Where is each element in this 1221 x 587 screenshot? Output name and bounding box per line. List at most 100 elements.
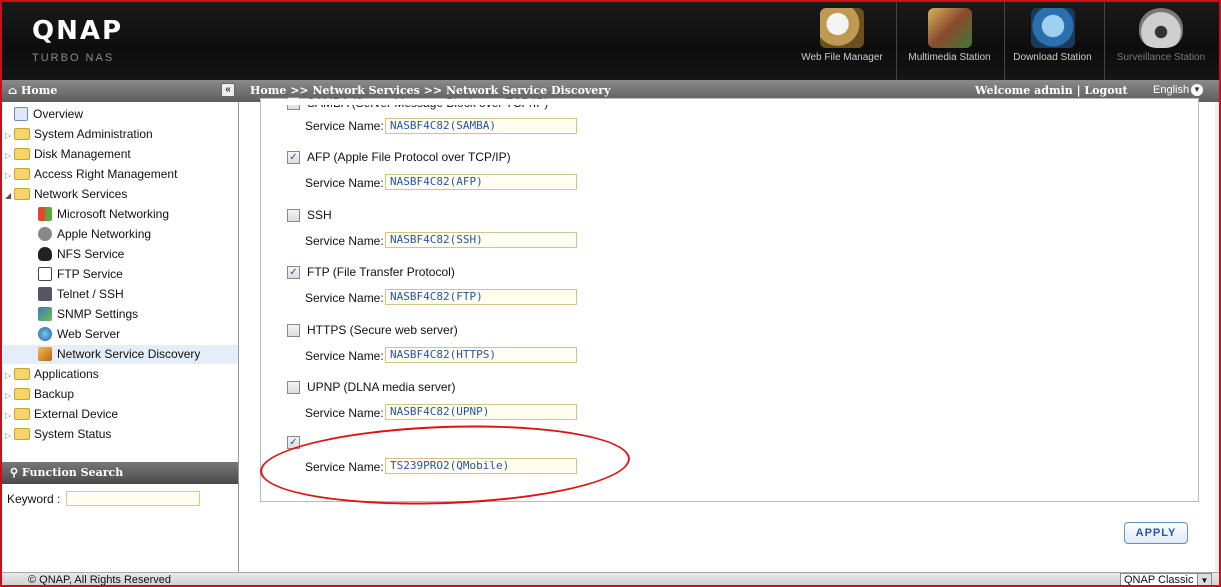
sidebar-item-label: System Administration (34, 127, 153, 141)
keyword-input[interactable] (66, 491, 200, 506)
download-icon (1030, 8, 1075, 48)
folder-icon (14, 168, 30, 180)
folder-icon (14, 388, 30, 400)
language-selector[interactable]: English (1153, 84, 1189, 96)
folder-icon (14, 128, 30, 140)
sidebar-item-label: System Status (34, 427, 112, 441)
ftp-service-name-input[interactable]: NASBF4C82(FTP) (385, 289, 577, 305)
sidebar-item-backup[interactable]: ▷ Backup (5, 385, 74, 404)
logo-subtitle: TURBO NAS (32, 52, 115, 64)
sidebar-item-web-server[interactable]: Web Server (38, 325, 120, 344)
sidebar-item-label: Applications (34, 367, 99, 381)
station-label: Multimedia Station (908, 52, 991, 63)
linux-icon (38, 247, 52, 261)
afp-service-name-input[interactable]: NASBF4C82(AFP) (385, 174, 577, 190)
sidebar-item-disk-management[interactable]: ▷ Disk Management (5, 145, 131, 164)
sidebar-item-label: Backup (34, 387, 75, 401)
sidebar-item-network-service-discovery[interactable]: Network Service Discovery (3, 345, 238, 364)
expand-arrow-icon[interactable]: ▷ (5, 366, 14, 385)
service-name-label: Service Name: (305, 176, 384, 190)
surveillance-station-button[interactable]: Surveillance Station (1104, 2, 1217, 80)
expand-arrow-icon[interactable]: ▷ (5, 166, 14, 185)
ssh-service-name-input[interactable]: NASBF4C82(SSH) (385, 232, 577, 248)
sidebar-item-system-status[interactable]: ▷ System Status (5, 425, 111, 444)
collapse-sidebar-button[interactable]: « (221, 83, 235, 97)
file-manager-icon (820, 8, 864, 48)
open-folder-icon (14, 188, 30, 200)
overview-icon (14, 107, 28, 121)
https-label: HTTPS (Secure web server) (307, 323, 458, 337)
expand-arrow-icon[interactable]: ▷ (5, 426, 14, 445)
sidebar-item-label: Overview (33, 107, 84, 121)
service-name-label: Service Name: (305, 349, 384, 363)
https-checkbox[interactable] (287, 324, 300, 337)
sidebar-item-external-device[interactable]: ▷ External Device (5, 405, 118, 424)
folder-icon (14, 408, 30, 420)
terminal-icon (38, 287, 52, 301)
sidebar-item-apple-networking[interactable]: Apple Networking (38, 225, 151, 244)
https-service-name-input[interactable]: NASBF4C82(HTTPS) (385, 347, 577, 363)
sidebar-item-microsoft-networking[interactable]: Microsoft Networking (38, 205, 169, 224)
sidebar-item-label: Telnet / SSH (57, 287, 124, 301)
chevron-down-icon[interactable]: ▼ (1197, 574, 1211, 585)
ftp-icon (38, 267, 52, 281)
download-station-button[interactable]: Download Station (1004, 2, 1100, 80)
collapse-arrow-icon[interactable]: ◢ (5, 186, 14, 205)
app-window: QNAP TURBO NAS Web File Manager Multimed… (0, 0, 1221, 587)
copyright-text: © QNAP, All Rights Reserved (28, 574, 172, 586)
header-bar: QNAP TURBO NAS Web File Manager Multimed… (2, 2, 1219, 80)
folder-icon (14, 148, 30, 160)
afp-checkbox[interactable]: ✓ (287, 151, 300, 164)
sidebar-item-label: NFS Service (57, 247, 125, 261)
service-name-label: Service Name: (305, 291, 384, 305)
sidebar: Overview ▷ System Administration ▷ Disk Ma… (2, 102, 239, 572)
upnp-label: UPNP (DLNA media server) (307, 380, 456, 394)
expand-arrow-icon[interactable]: ▷ (5, 406, 14, 425)
sidebar-item-label: Disk Management (34, 147, 131, 161)
service-name-label: Service Name: (305, 406, 384, 420)
multimedia-icon (927, 8, 972, 48)
sidebar-item-label: Network Service Discovery (57, 347, 201, 361)
qnap-logo: QNAP (32, 16, 124, 46)
sidebar-item-applications[interactable]: ▷ Applications (5, 365, 99, 384)
upnp-service-name-input[interactable]: NASBF4C82(UPNP) (385, 404, 577, 420)
folder-icon (14, 428, 30, 440)
scrollbar[interactable] (1215, 102, 1219, 572)
apply-button[interactable]: APPLY (1124, 522, 1188, 544)
function-search-header: ⚲ Function Search (2, 462, 238, 484)
chevron-down-icon[interactable]: ▼ (1191, 84, 1203, 96)
expand-arrow-icon[interactable]: ▷ (5, 146, 14, 165)
ssh-label: SSH (307, 208, 332, 222)
sidebar-item-system-administration[interactable]: ▷ System Administration (5, 125, 153, 144)
sidebar-item-nfs-service[interactable]: NFS Service (38, 245, 124, 264)
expand-arrow-icon[interactable]: ▷ (5, 126, 14, 145)
samba-service-name-input[interactable]: NASBF4C82(SAMBA) (385, 118, 577, 134)
sidebar-item-overview[interactable]: Overview (14, 105, 83, 124)
sidebar-item-ftp-service[interactable]: FTP Service (38, 265, 123, 284)
sidebar-item-access-right-management[interactable]: ▷ Access Right Management (5, 165, 177, 184)
welcome-logout[interactable]: Welcome admin | Logout (975, 84, 1128, 97)
theme-select[interactable]: QNAP Classic ▼ (1120, 573, 1212, 585)
ftp-checkbox[interactable]: ✓ (287, 266, 300, 279)
sidebar-item-network-services[interactable]: ◢ Network Services (5, 185, 127, 204)
ssh-checkbox[interactable] (287, 209, 300, 222)
expand-arrow-icon[interactable]: ▷ (5, 386, 14, 405)
home-link[interactable]: ⌂ Home (8, 84, 57, 97)
sidebar-item-label: Web Server (57, 327, 121, 341)
upnp-checkbox[interactable] (287, 381, 300, 394)
folder-icon (14, 368, 30, 380)
discovery-icon (38, 347, 52, 361)
sidebar-item-telnet-ssh[interactable]: Telnet / SSH (38, 285, 124, 304)
sidebar-item-label: Access Right Management (34, 167, 178, 181)
afp-label: AFP (Apple File Protocol over TCP/IP) (307, 150, 511, 164)
ftp-label: FTP (File Transfer Protocol) (307, 265, 455, 279)
sidebar-item-label: FTP Service (57, 267, 123, 281)
service-name-label: Service Name: (305, 234, 384, 248)
sidebar-item-snmp-settings[interactable]: SNMP Settings (38, 305, 138, 324)
web-file-manager-button[interactable]: Web File Manager (794, 2, 890, 80)
windows-icon (38, 207, 52, 221)
multimedia-station-button[interactable]: Multimedia Station (896, 2, 1002, 80)
keyword-label: Keyword : (7, 492, 61, 506)
sidebar-item-label: SNMP Settings (57, 307, 139, 321)
home-icon: ⌂ (8, 84, 18, 97)
